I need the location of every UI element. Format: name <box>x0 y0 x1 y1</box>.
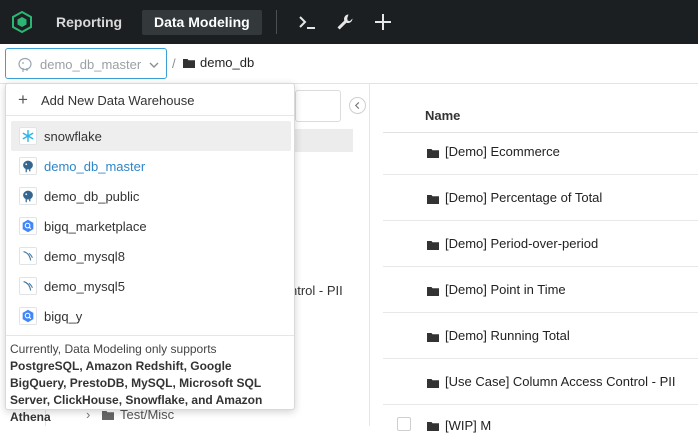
datasource-option-label: demo_db_master <box>44 159 146 174</box>
app-logo-icon[interactable] <box>11 11 33 33</box>
table-row[interactable]: [Demo] Ecommerce <box>383 129 698 175</box>
row-name: [Demo] Ecommerce <box>445 144 560 159</box>
wrench-icon[interactable] <box>334 11 356 33</box>
datasource-option-snowflake[interactable]: snowflake <box>11 121 291 151</box>
folder-icon <box>102 411 114 420</box>
mysql-icon <box>19 277 37 295</box>
snowflake-icon <box>19 127 37 145</box>
tab-reporting[interactable]: Reporting <box>44 10 134 35</box>
datasource-option-demo-mysql5[interactable]: demo_mysql5 <box>11 271 291 301</box>
postgres-icon <box>19 157 37 175</box>
breadcrumb: demo_db_master / demo_db <box>0 44 698 84</box>
breadcrumb-separator: / <box>172 56 176 71</box>
tree-item-selected[interactable] <box>290 129 353 152</box>
breadcrumb-current-folder[interactable]: demo_db <box>200 55 254 70</box>
folder-icon <box>427 149 439 158</box>
collapse-panel-icon[interactable] <box>349 97 366 114</box>
column-header-name[interactable]: Name <box>425 108 460 123</box>
bigquery-icon <box>19 217 37 235</box>
postgres-icon <box>19 187 37 205</box>
datasource-option-label: demo_db_public <box>44 189 140 204</box>
datasource-option-demo-db-master[interactable]: demo_db_master <box>11 151 291 181</box>
folder-icon <box>427 333 439 342</box>
chevron-down-icon <box>149 62 159 68</box>
datasource-option-demo-mysql8[interactable]: demo_mysql8 <box>11 241 291 271</box>
datasource-select-value: demo_db_master <box>40 57 142 72</box>
table-row[interactable]: [Demo] Percentage of Total <box>383 175 698 221</box>
row-name: [Demo] Period-over-period <box>445 236 599 251</box>
mysql-icon <box>19 247 37 265</box>
supported-databases-note: Currently, Data Modeling only supports P… <box>6 335 294 424</box>
datasource-dropdown-menu: + Add New Data Warehouse snowflake demo_… <box>5 83 295 424</box>
row-name: [Demo] Running Total <box>445 328 570 343</box>
table-row[interactable]: [WIP] M <box>383 405 698 433</box>
datasource-option-label: bigq_y <box>44 309 83 324</box>
table-row[interactable]: [Demo] Point in Time <box>383 267 698 313</box>
tree-item-label[interactable]: ntrol - PII <box>290 283 343 298</box>
folder-search-input[interactable] <box>295 90 341 122</box>
datasource-option-demo-db-public[interactable]: demo_db_public <box>11 181 291 211</box>
datasource-option-bigq-marketplace[interactable]: bigq_marketplace <box>11 211 291 241</box>
row-name: [Demo] Point in Time <box>445 282 566 297</box>
row-checkbox[interactable] <box>397 417 411 431</box>
datasource-option-label: bigq_marketplace <box>44 219 147 234</box>
datasource-option-label: snowflake <box>44 129 102 144</box>
folder-icon <box>427 195 439 204</box>
folder-icon <box>427 241 439 250</box>
add-data-warehouse-button[interactable]: + Add New Data Warehouse <box>6 84 294 116</box>
note-prefix: Currently, Data Modeling only supports <box>10 342 217 356</box>
folder-icon <box>427 287 439 296</box>
plus-icon[interactable] <box>372 11 394 33</box>
plus-icon: + <box>18 90 28 109</box>
table-row[interactable]: [Demo] Running Total <box>383 313 698 359</box>
datasource-select[interactable]: demo_db_master <box>5 48 167 79</box>
folder-icon <box>427 422 439 431</box>
folder-icon <box>427 379 439 388</box>
bigquery-icon <box>19 307 37 325</box>
datasource-option-label: demo_mysql8 <box>44 249 125 264</box>
row-name: [Demo] Percentage of Total <box>445 190 603 205</box>
datasource-option-bigq-y[interactable]: bigq_y <box>11 301 291 331</box>
table-row[interactable]: [Demo] Period-over-period <box>383 221 698 267</box>
table-row[interactable]: [Use Case] Column Access Control - PII <box>383 359 698 405</box>
table-header: Name <box>383 97 698 133</box>
folder-icon <box>183 59 195 68</box>
postgres-icon <box>18 57 32 72</box>
row-name: [Use Case] Column Access Control - PII <box>445 374 676 389</box>
terminal-icon[interactable] <box>296 11 318 33</box>
nav-divider <box>276 10 277 34</box>
datasource-option-label: demo_mysql5 <box>44 279 125 294</box>
add-data-warehouse-label: Add New Data Warehouse <box>41 93 195 108</box>
top-navigation-bar: Reporting Data Modeling <box>0 0 698 44</box>
tab-data-modeling[interactable]: Data Modeling <box>142 10 262 35</box>
